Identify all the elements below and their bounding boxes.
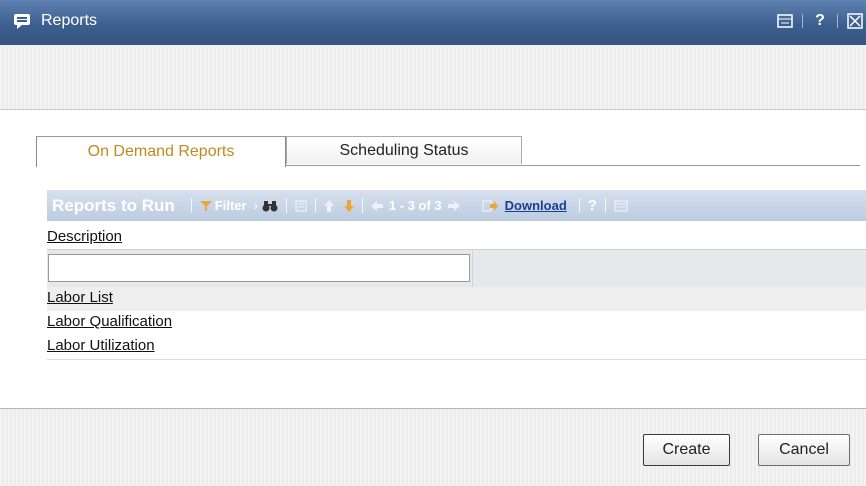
grid-help-button[interactable]: ? <box>588 197 597 214</box>
help-icon: ? <box>587 197 597 214</box>
close-icon[interactable] <box>844 10 866 32</box>
grid-title: Reports to Run <box>52 195 175 215</box>
report-link[interactable]: Labor List <box>47 289 113 306</box>
divider <box>190 198 192 213</box>
move-down-button[interactable] <box>343 199 354 212</box>
grid-toolbar: Reports to Run Filter › 1 - 3 of 3 Downl… <box>47 190 866 221</box>
divider <box>361 198 363 213</box>
filter-button[interactable]: Filter › <box>199 198 258 213</box>
find-button[interactable] <box>262 200 278 212</box>
tab-label: On Demand Reports <box>87 143 235 160</box>
filter-label: Filter <box>214 198 247 213</box>
divider <box>802 14 803 28</box>
description-filter-input[interactable] <box>48 254 470 282</box>
table-row[interactable]: Labor List <box>47 287 866 312</box>
table-row[interactable]: Labor Utilization <box>47 335 866 360</box>
column-header-description[interactable]: Description <box>47 228 122 245</box>
window-title: Reports <box>41 12 98 29</box>
report-link[interactable]: Labor Utilization <box>47 337 155 354</box>
divider <box>837 14 838 28</box>
pager-count: 1 - 3 of 3 <box>388 198 442 213</box>
move-up-button[interactable] <box>323 199 334 212</box>
divider <box>472 250 473 288</box>
view-icon <box>295 199 307 212</box>
menu-icon <box>614 199 628 212</box>
tab-strip: On Demand Reports Scheduling Status <box>36 136 522 167</box>
reports-dialog: Reports ? On Demand Reports Scheduling S… <box>0 0 866 486</box>
tab-scheduling-status[interactable]: Scheduling Status <box>286 136 522 164</box>
divider <box>314 198 316 213</box>
arrow-right-icon <box>447 200 460 211</box>
reports-icon <box>13 13 31 29</box>
print-icon[interactable] <box>774 10 796 32</box>
divider <box>285 198 287 213</box>
download-button[interactable]: Download <box>482 198 567 213</box>
filter-row <box>47 249 866 289</box>
chevron-right-icon: › <box>253 198 258 213</box>
view-button[interactable] <box>295 199 307 212</box>
report-link[interactable]: Labor Qualification <box>47 313 172 330</box>
divider <box>578 198 580 213</box>
previous-page-button[interactable] <box>370 200 383 211</box>
tab-underline <box>286 165 860 166</box>
tab-on-demand-reports[interactable]: On Demand Reports <box>36 136 286 167</box>
arrow-left-icon <box>370 200 383 211</box>
table-row[interactable]: Labor Qualification <box>47 311 866 336</box>
column-header-row: Description <box>47 221 866 249</box>
help-icon[interactable]: ? <box>809 10 831 32</box>
toolbar-area <box>0 45 866 110</box>
cancel-button[interactable]: Cancel <box>758 434 850 466</box>
divider <box>604 198 606 213</box>
title-bar: Reports ? <box>0 0 866 45</box>
filter-icon <box>199 200 212 211</box>
download-link[interactable]: Download <box>505 198 567 213</box>
arrow-up-icon <box>323 199 334 212</box>
download-icon <box>482 199 498 212</box>
arrow-down-icon <box>343 199 354 212</box>
create-button[interactable]: Create <box>643 434 730 466</box>
next-page-button[interactable] <box>447 200 460 211</box>
binoculars-icon <box>262 200 278 211</box>
grid-menu-button[interactable] <box>614 199 628 212</box>
dialog-footer <box>0 408 866 486</box>
tab-label: Scheduling Status <box>339 141 469 159</box>
